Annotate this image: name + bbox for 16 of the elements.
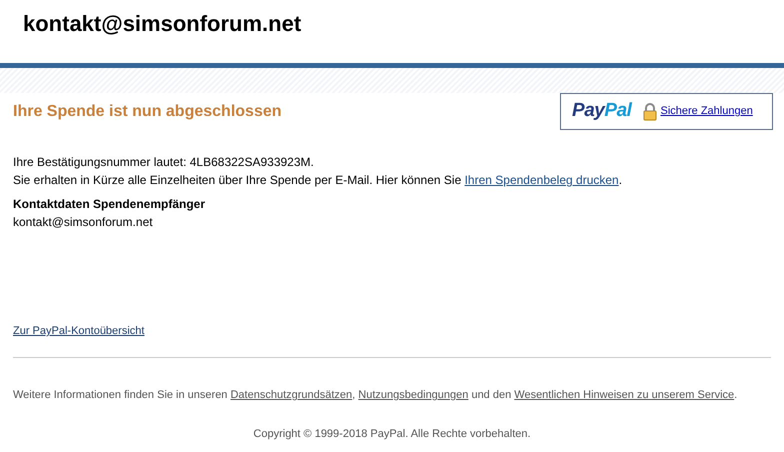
text-link[interactable]: Wesentlichen Hinweisen zu unserem Service <box>514 389 734 401</box>
site-title: kontakt@simsonforum.net <box>23 10 302 38</box>
padlock-icon <box>643 102 658 120</box>
confirmation-text: Ihre Bestätigungsnummer lautet: 4LB68322SA933923M. <box>13 154 314 171</box>
page-heading: Ihre Spende ist nun abgeschlossen <box>13 102 282 122</box>
copyright-text: Copyright © 1999-2018 PayPal. Alle Rechte vorbehalten. <box>253 426 531 442</box>
text-link[interactable]: Nutzungsbedingungen <box>358 389 468 401</box>
account-overview-link[interactable]: Zur PayPal-Kontoübersicht <box>13 325 144 337</box>
contact-heading: Kontaktdaten Spendenempfänger <box>13 196 206 213</box>
secure-payments-link[interactable]: Sichere Zahlungen <box>660 103 753 120</box>
footer-info-text: Weitere Informationen finden Sie in unseren Datenschutzgrundsätzen, Nutzungsbedingungen und den Wesentlichen Hinweisen zu unserem Service. <box>12 388 738 403</box>
text-link[interactable]: Ihren Spendenbeleg drucken <box>464 173 619 187</box>
text-link[interactable]: Datenschutzgrundsätzen <box>230 389 352 401</box>
contact-email: kontakt@simsonforum.net <box>13 214 154 231</box>
paypal-logo: PayPal <box>572 99 632 124</box>
confirmation-text: Sie erhalten in Kürze alle Einzelheiten über Ihre Spende per E-Mail. Hier können Sie Ihren Spendenbeleg drucken. <box>13 172 622 189</box>
